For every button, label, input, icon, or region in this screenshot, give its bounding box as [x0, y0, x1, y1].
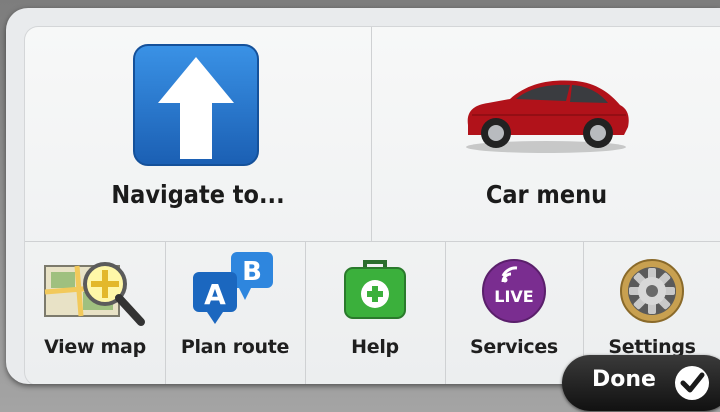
navigate-arrow-icon: [133, 44, 259, 166]
map-magnifier-icon: [44, 262, 145, 326]
car-icon: [466, 80, 629, 153]
check-icon: [675, 366, 709, 400]
navigate-to-label: Navigate to...: [111, 180, 285, 209]
car-menu-button[interactable]: Car menu: [372, 27, 720, 241]
view-map-label: View map: [44, 336, 146, 358]
view-map-button[interactable]: View map: [25, 242, 166, 384]
navigate-to-button[interactable]: Navigate to...: [25, 27, 372, 241]
help-label: Help: [351, 336, 399, 358]
main-menu-panel: Navigate to... Car menu View map B A Pla…: [6, 8, 720, 384]
plan-route-label: Plan route: [180, 336, 290, 358]
live-badge-text: LIVE: [494, 287, 533, 306]
services-label: Services: [470, 336, 558, 358]
route-a-letter: A: [204, 278, 226, 311]
gear-icon: [620, 259, 684, 323]
route-b-letter: B: [242, 257, 262, 287]
car-menu-label: Car menu: [485, 180, 608, 209]
first-aid-kit-icon: [344, 260, 406, 319]
menu-grid: Navigate to... Car menu View map B A Pla…: [24, 26, 720, 384]
services-button[interactable]: LIVE Services: [445, 242, 584, 384]
done-button[interactable]: Done: [562, 355, 720, 411]
route-a-b-icon: B A: [193, 252, 273, 324]
plan-route-button[interactable]: B A Plan route: [165, 242, 306, 384]
help-button[interactable]: Help: [305, 242, 446, 384]
done-label: Done: [592, 367, 656, 392]
live-icon: LIVE: [482, 259, 546, 323]
